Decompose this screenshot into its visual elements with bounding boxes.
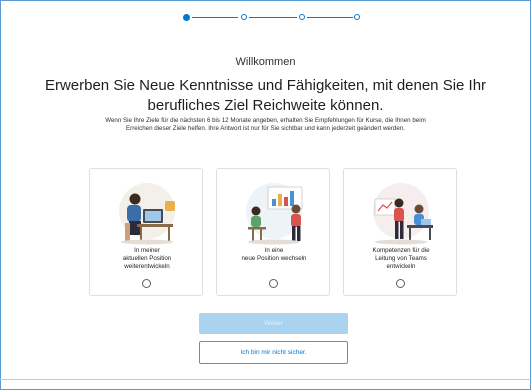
not-sure-button[interactable]: Ich bin mir nicht sicher. (199, 341, 348, 364)
option-card-current-position[interactable]: In meiner aktuellen Position weiterentwi… (89, 168, 203, 296)
person-at-desk-illustration (119, 183, 175, 245)
footer-divider (0, 379, 531, 380)
option-radio-new-position[interactable] (269, 279, 278, 288)
option-label: Kompetenzen für die Leitung von Teams en… (372, 247, 430, 270)
presentation-illustration (246, 183, 303, 245)
intro-text: Wenn Sie Ihre Ziele für die nächsten 6 b… (105, 117, 426, 132)
step-connector (307, 17, 353, 18)
step-indicator-2 (241, 14, 247, 20)
next-button[interactable]: Weiter (199, 313, 348, 334)
option-radio-current-position[interactable] (142, 279, 151, 288)
option-card-new-position[interactable]: In eine neue Position wechseln (216, 168, 330, 296)
team-meeting-illustration (373, 183, 433, 245)
page-title: Erwerben Sie Neue Kenntnisse und Fähigke… (44, 77, 487, 114)
step-indicator-1 (183, 13, 190, 21)
step-connector (192, 17, 238, 18)
step-indicator-4 (354, 14, 360, 20)
option-card-team-leadership[interactable]: Kompetenzen für die Leitung von Teams en… (343, 168, 457, 296)
option-label: In meiner aktuellen Position weiterentwi… (122, 247, 172, 270)
option-radio-team-leadership[interactable] (396, 279, 405, 288)
progress-stepper (183, 13, 360, 25)
option-label: In eine neue Position wechseln (241, 247, 307, 262)
welcome-heading: Willkommen (235, 56, 296, 68)
step-connector (249, 17, 297, 18)
step-indicator-3 (299, 14, 305, 20)
